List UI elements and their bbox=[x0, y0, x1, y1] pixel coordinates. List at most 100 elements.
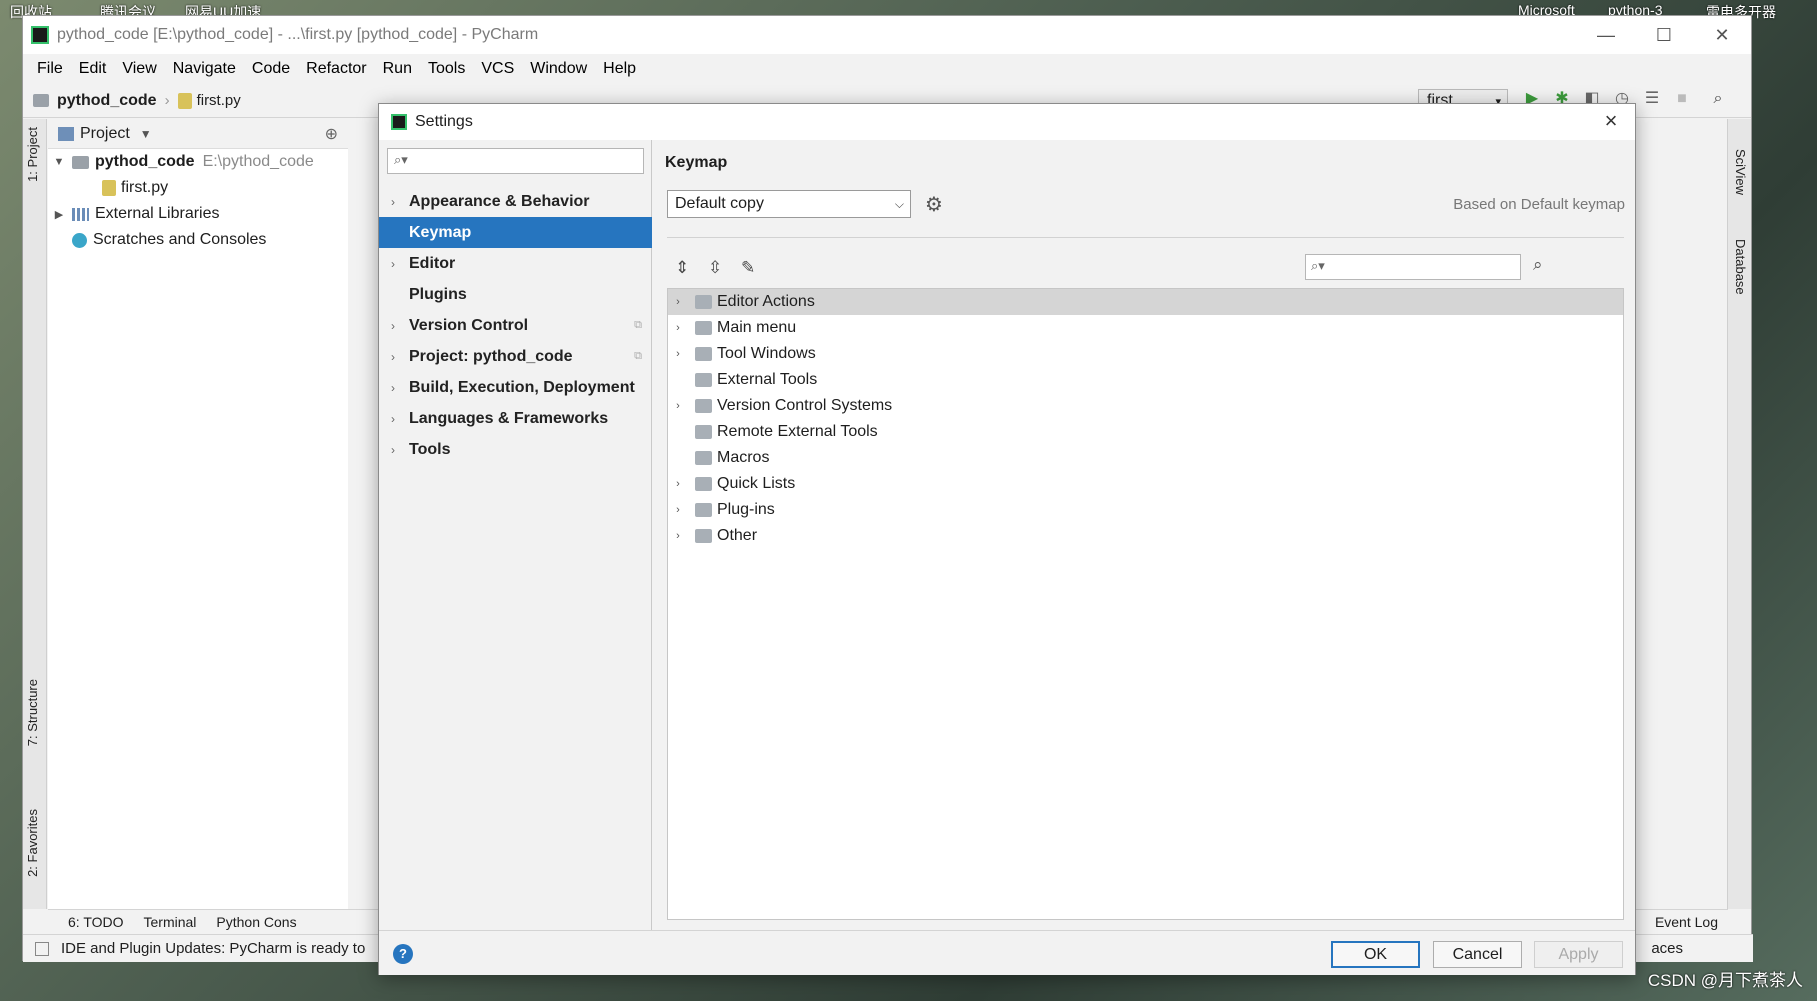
keymap-tree-row[interactable]: Macros bbox=[668, 445, 1623, 471]
menu-run[interactable]: Run bbox=[375, 60, 420, 78]
collapse-all-icon[interactable]: ⇳ bbox=[708, 258, 722, 278]
divider bbox=[667, 237, 1624, 238]
tab-project[interactable]: 1: Project bbox=[25, 127, 40, 182]
menu-edit[interactable]: Edit bbox=[71, 60, 115, 78]
keymap-tree-row[interactable]: › Quick Lists bbox=[668, 471, 1623, 497]
status-toggle-icon[interactable] bbox=[35, 941, 49, 956]
status-message[interactable]: IDE and Plugin Updates: PyCharm is ready… bbox=[61, 940, 365, 957]
nav-label: Version Control bbox=[409, 316, 529, 334]
settings-nav-editor[interactable]: › Editor bbox=[379, 248, 652, 279]
nav-label: Project: pythod_code bbox=[409, 347, 573, 365]
edit-shortcut-icon[interactable]: ✎ bbox=[741, 258, 755, 278]
maximize-button[interactable]: ☐ bbox=[1635, 16, 1693, 54]
keymap-tree-row[interactable]: › Other bbox=[668, 523, 1623, 549]
tab-python-console[interactable]: Python Cons bbox=[216, 914, 296, 930]
keymap-tree-row[interactable]: › Main menu bbox=[668, 315, 1623, 341]
menu-refactor[interactable]: Refactor bbox=[298, 60, 374, 78]
menu-window[interactable]: Window bbox=[522, 60, 595, 78]
tab-database[interactable]: Database bbox=[1733, 239, 1748, 295]
keymap-tree-row[interactable]: › Editor Actions bbox=[668, 289, 1623, 315]
menu-bar: File Edit View Navigate Code Refactor Ru… bbox=[23, 54, 1751, 84]
settings-title: Settings bbox=[415, 113, 473, 130]
ok-button[interactable]: OK bbox=[1331, 941, 1420, 968]
nav-label: Languages & Frameworks bbox=[409, 409, 609, 427]
cancel-button[interactable]: Cancel bbox=[1433, 941, 1522, 968]
tree-external-libraries[interactable]: ▶ External Libraries bbox=[48, 201, 348, 227]
expand-all-icon[interactable]: ⇕ bbox=[675, 258, 689, 278]
settings-nav-appearance[interactable]: › Appearance & Behavior bbox=[379, 186, 652, 217]
expand-arrow-icon[interactable]: ▶ bbox=[52, 208, 66, 221]
nav-label: Editor bbox=[409, 254, 456, 272]
tab-structure[interactable]: 7: Structure bbox=[25, 679, 40, 746]
close-window-button[interactable]: ✕ bbox=[1693, 16, 1751, 54]
search-everywhere-icon[interactable]: ⌕ bbox=[1709, 90, 1727, 108]
tab-todo[interactable]: 6: TODO bbox=[68, 914, 124, 930]
settings-nav-keymap[interactable]: Keymap bbox=[379, 217, 652, 248]
left-tool-strip: 1: Project 7: Structure 2: Favorites bbox=[23, 119, 47, 909]
gear-icon[interactable]: ⚙ bbox=[925, 192, 943, 217]
menu-view[interactable]: View bbox=[114, 60, 164, 78]
chevron-right-icon[interactable]: › bbox=[671, 348, 685, 360]
project-view-icon bbox=[58, 126, 74, 141]
tab-terminal[interactable]: Terminal bbox=[144, 914, 197, 930]
settings-search-input[interactable]: ⌕▾ bbox=[387, 148, 644, 174]
keymap-tree-row[interactable]: External Tools bbox=[668, 367, 1623, 393]
chevron-right-icon[interactable]: › bbox=[671, 478, 685, 490]
tree-scratches-label: Scratches and Consoles bbox=[93, 231, 267, 248]
indent-status[interactable]: aces bbox=[1651, 940, 1683, 957]
nav-label: Plugins bbox=[409, 285, 467, 303]
settings-nav-project[interactable]: › Project: pythod_code ⧉ bbox=[379, 341, 652, 372]
keymap-select[interactable]: Default copy ⌵ bbox=[667, 190, 911, 218]
chevron-right-icon[interactable]: › bbox=[671, 296, 685, 308]
expand-arrow-icon[interactable]: ▼ bbox=[52, 156, 66, 168]
keymap-tree-label: Quick Lists bbox=[717, 475, 796, 492]
python-file-icon bbox=[177, 92, 192, 109]
keymap-tree-label: Editor Actions bbox=[717, 293, 815, 310]
nav-label: Build, Execution, Deployment bbox=[409, 378, 635, 396]
settings-nav-version-control[interactable]: › Version Control ⧉ bbox=[379, 310, 652, 341]
chevron-right-icon: › bbox=[391, 318, 395, 333]
settings-nav-languages[interactable]: › Languages & Frameworks bbox=[379, 403, 652, 434]
apply-button[interactable]: Apply bbox=[1534, 941, 1623, 968]
keymap-search-input[interactable]: ⌕▾ bbox=[1305, 254, 1521, 280]
menu-file[interactable]: File bbox=[29, 60, 71, 78]
keymap-tree-row[interactable]: › Plug-ins bbox=[668, 497, 1623, 523]
stop-icon[interactable]: ■ bbox=[1673, 90, 1691, 108]
chevron-right-icon[interactable]: › bbox=[671, 530, 685, 542]
settings-nav-build[interactable]: › Build, Execution, Deployment bbox=[379, 372, 652, 403]
keymap-tree-row[interactable]: Remote External Tools bbox=[668, 419, 1623, 445]
find-shortcut-icon[interactable]: ⌕ bbox=[1533, 255, 1543, 275]
breadcrumb-project[interactable]: pythod_code bbox=[57, 92, 157, 110]
tab-sciview[interactable]: SciView bbox=[1733, 149, 1748, 195]
locate-icon[interactable]: ⊕ bbox=[325, 124, 338, 144]
concurrency-icon[interactable]: ☰ bbox=[1643, 90, 1661, 108]
keymap-tree-row[interactable]: › Version Control Systems bbox=[668, 393, 1623, 419]
breadcrumb-file[interactable]: first.py bbox=[197, 92, 241, 109]
menu-tools[interactable]: Tools bbox=[420, 60, 473, 78]
keymap-tree-row[interactable]: › Tool Windows bbox=[668, 341, 1623, 367]
close-icon[interactable]: × bbox=[1597, 108, 1625, 136]
settings-title-bar[interactable]: Settings × bbox=[379, 104, 1635, 140]
chevron-right-icon[interactable]: › bbox=[671, 504, 685, 516]
menu-vcs[interactable]: VCS bbox=[473, 60, 522, 78]
tree-scratches[interactable]: Scratches and Consoles bbox=[48, 227, 348, 253]
help-icon[interactable]: ? bbox=[393, 944, 413, 964]
chevron-right-icon: › bbox=[164, 92, 170, 109]
settings-nav-plugins[interactable]: Plugins bbox=[379, 279, 652, 310]
tree-root[interactable]: ▼ pythod_code E:\pythod_code bbox=[48, 149, 348, 175]
menu-code[interactable]: Code bbox=[244, 60, 298, 78]
project-panel-header[interactable]: Project ▼ ⊕ bbox=[48, 119, 348, 149]
settings-nav-tools[interactable]: › Tools bbox=[379, 434, 652, 465]
title-bar[interactable]: pythod_code [E:\pythod_code] - ...\first… bbox=[23, 16, 1751, 54]
chevron-right-icon[interactable]: › bbox=[671, 322, 685, 334]
project-panel-title: Project bbox=[80, 124, 130, 142]
tab-event-log[interactable]: Event Log bbox=[1655, 914, 1718, 930]
tree-file-row[interactable]: first.py bbox=[48, 175, 348, 201]
chevron-right-icon: › bbox=[391, 349, 395, 364]
chevron-right-icon[interactable]: › bbox=[671, 400, 685, 412]
scratches-icon bbox=[72, 232, 87, 248]
menu-navigate[interactable]: Navigate bbox=[165, 60, 244, 78]
menu-help[interactable]: Help bbox=[595, 60, 644, 78]
tab-favorites[interactable]: 2: Favorites bbox=[25, 809, 40, 877]
minimize-button[interactable]: — bbox=[1577, 16, 1635, 54]
